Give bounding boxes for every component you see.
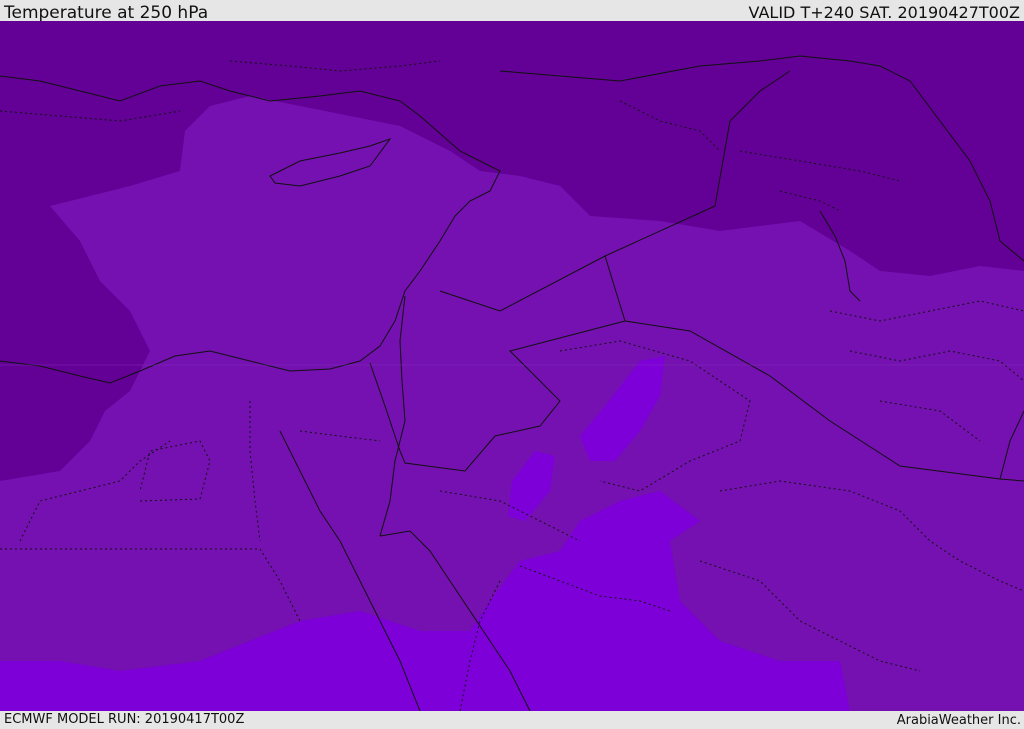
- model-run-label: ECMWF MODEL RUN: 20190417T00Z: [4, 712, 245, 727]
- temperature-map-canvas: [0, 21, 1024, 711]
- temperature-map: [0, 21, 1024, 711]
- valid-time-label: VALID T+240 SAT. 20190427T00Z: [748, 3, 1020, 22]
- map-header: Temperature at 250 hPa VALID T+240 SAT. …: [0, 0, 1024, 23]
- credit-label: ArabiaWeather Inc.: [896, 713, 1021, 728]
- map-footer: ECMWF MODEL RUN: 20190417T00Z ArabiaWeat…: [0, 711, 1024, 729]
- weather-map-page: Temperature at 250 hPa VALID T+240 SAT. …: [0, 0, 1024, 729]
- map-title: Temperature at 250 hPa: [4, 3, 209, 23]
